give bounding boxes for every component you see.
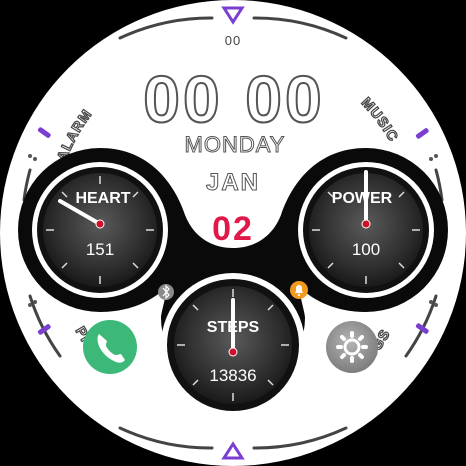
power-gauge[interactable]: POWER 100 xyxy=(298,162,434,298)
settings-button[interactable] xyxy=(326,321,378,373)
day-label: 02 xyxy=(212,210,254,248)
month-label: JAN xyxy=(206,169,260,196)
heart-label: HEART xyxy=(75,190,130,207)
hours-display: 00 xyxy=(143,62,222,136)
phone-button[interactable] xyxy=(83,320,137,374)
seconds-display: 00 xyxy=(225,33,241,48)
heart-gauge[interactable]: HEART 151 xyxy=(32,162,168,298)
steps-gauge[interactable]: STEPS 13836 xyxy=(161,273,305,417)
heart-value: 151 xyxy=(86,240,114,259)
bell-icon xyxy=(290,281,308,299)
bluetooth-icon xyxy=(158,284,174,300)
steps-value: 13836 xyxy=(209,366,256,385)
power-value: 100 xyxy=(352,240,380,259)
weekday-label: MONDAY xyxy=(185,132,286,157)
power-label: POWER xyxy=(332,190,393,207)
minutes-display: 00 xyxy=(245,62,324,136)
